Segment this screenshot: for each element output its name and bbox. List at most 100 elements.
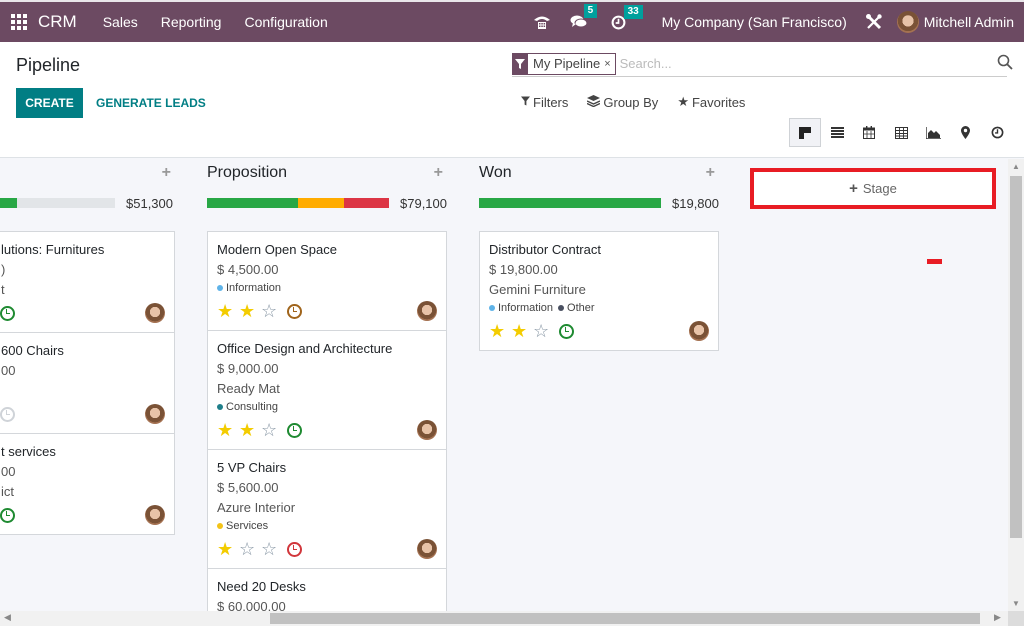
generate-leads-button[interactable]: GENERATE LEADS [96,88,206,118]
quick-create-icon[interactable]: + [706,164,715,182]
progress-orange[interactable] [298,198,344,208]
priority-star-icon[interactable]: ★ [217,301,239,321]
priority-star-icon[interactable]: ☆ [239,539,261,559]
progress-bar[interactable] [207,198,389,208]
column-title[interactable]: Proposition [207,164,287,182]
column-title[interactable]: Won [479,164,512,182]
lead-card[interactable]: Distributor Contract $ 19,800.00 Gemini Fu… [480,232,718,350]
activity-clock-icon[interactable] [0,507,15,523]
menu-reporting[interactable]: Reporting [161,14,222,30]
filter-icon [512,52,528,75]
card-amount: 00 [1,464,16,479]
priority-star-icon[interactable]: ★ [217,539,239,559]
scroll-down-arrow[interactable]: ▼ [1012,599,1020,608]
user-menu[interactable]: Mitchell Admin [896,11,1014,33]
priority-star-icon[interactable]: ☆ [261,301,283,321]
menu-configuration[interactable]: Configuration [244,14,327,30]
vertical-scrollbar[interactable]: ▲ ▼ [1008,159,1024,611]
view-list-button[interactable] [821,118,853,147]
progress-green[interactable] [479,198,661,208]
card-title: Need 20 Desks [217,579,306,594]
scroll-left-arrow[interactable]: ◀ [4,612,11,623]
priority-star-icon[interactable]: ★ [239,301,261,321]
salesperson-avatar[interactable] [417,420,437,440]
lead-card[interactable]: 5 VP Chairs $ 5,600.00 Azure Interior Servi… [208,450,446,569]
quick-create-icon[interactable]: + [162,164,171,182]
salesperson-avatar[interactable] [145,505,165,525]
lead-card[interactable]: 600 Chairs 00 [0,333,174,434]
activities-button[interactable]: 33 [611,4,643,30]
salesperson-avatar[interactable] [689,321,709,341]
view-graph-button[interactable] [917,118,949,147]
priority-star-icon[interactable]: ☆ [261,420,283,440]
activity-clock-icon[interactable] [559,323,574,339]
priority-star-icon[interactable]: ☆ [533,321,555,341]
facet-label: My Pipeline [533,56,601,71]
view-pivot-button[interactable] [885,118,917,147]
card-partner: Azure Interior [217,500,296,515]
card-partner: ict [1,484,14,499]
search-icon[interactable] [997,54,1013,70]
create-button[interactable]: CREATE [16,88,83,118]
star-icon: ★ [677,94,689,109]
activity-clock-icon[interactable] [0,305,15,321]
favorites-dropdown[interactable]: ★ Favorites [677,94,745,110]
priority-star-icon[interactable]: ★ [489,321,511,341]
view-kanban-button[interactable] [789,118,821,147]
activity-clock-icon[interactable] [287,541,302,557]
tag-label: Other [567,302,595,314]
lead-card[interactable]: Office Design and Architecture $ 9,000.00… [208,331,446,450]
priority-star-icon[interactable]: ★ [511,321,533,341]
activity-clock-icon[interactable] [287,303,302,319]
user-avatar [896,11,919,33]
filters-dropdown[interactable]: Filters [521,94,568,110]
view-activity-button[interactable] [981,118,1013,147]
quick-create-icon[interactable]: + [434,164,443,182]
apps-grid-icon[interactable] [11,14,27,30]
company-switcher[interactable]: My Company (San Francisco) [662,14,847,30]
search-bar: My Pipeline × [512,51,1013,77]
progress-bar[interactable] [0,198,115,208]
progress-green[interactable] [0,198,18,208]
column-total: $51,300 [126,195,173,211]
lead-card[interactable]: Need 20 Desks $ 60,000.00 [208,569,446,611]
priority-star-icon[interactable]: ☆ [261,539,283,559]
scroll-thumb[interactable] [270,613,980,624]
card-list: lutions: Furnitures) t 600 Chairs 00 t servi… [0,231,175,535]
salesperson-avatar[interactable] [417,301,437,321]
card-footer: ★ ★ ☆ [217,419,437,441]
facet-remove-icon[interactable]: × [604,58,614,70]
debug-tools-icon[interactable] [865,13,883,31]
progress-bar[interactable] [479,198,661,208]
activity-clock-icon[interactable] [0,406,15,422]
lead-card[interactable]: t services 00 ict [0,434,174,534]
app-name[interactable]: CRM [38,12,77,32]
lead-card[interactable]: Modern Open Space $ 4,500.00 Information ★ ★… [208,232,446,331]
view-map-button[interactable] [949,118,981,147]
salesperson-avatar[interactable] [145,404,165,424]
scroll-up-arrow[interactable]: ▲ [1012,162,1020,171]
messages-button[interactable]: 5 [570,4,598,30]
card-amount: $ 9,000.00 [217,361,279,376]
scroll-thumb[interactable] [1010,176,1022,538]
plus-icon: + [849,180,858,197]
progress-red[interactable] [343,198,389,208]
phone-icon[interactable] [533,14,551,30]
horizontal-scrollbar[interactable]: ◀ ▶ [0,611,1008,626]
scroll-right-arrow[interactable]: ▶ [994,612,1001,623]
activity-clock-icon[interactable] [287,422,302,438]
add-stage-button[interactable]: + Stage [750,168,996,209]
view-calendar-button[interactable] [853,118,885,147]
menu-sales[interactable]: Sales [103,14,138,30]
groupby-dropdown[interactable]: Group By [587,94,658,110]
progress-green[interactable] [207,198,298,208]
salesperson-avatar[interactable] [145,303,165,323]
salesperson-avatar[interactable] [417,539,437,559]
tag-label: Information [498,302,554,314]
card-footer: ★ ☆ ☆ [217,538,437,560]
lead-card[interactable]: lutions: Furnitures) t [0,232,174,333]
priority-star-icon[interactable]: ★ [217,420,239,440]
search-input[interactable] [619,56,1007,71]
priority-star-icon[interactable]: ★ [239,420,261,440]
card-title: Distributor Contract [489,242,601,257]
